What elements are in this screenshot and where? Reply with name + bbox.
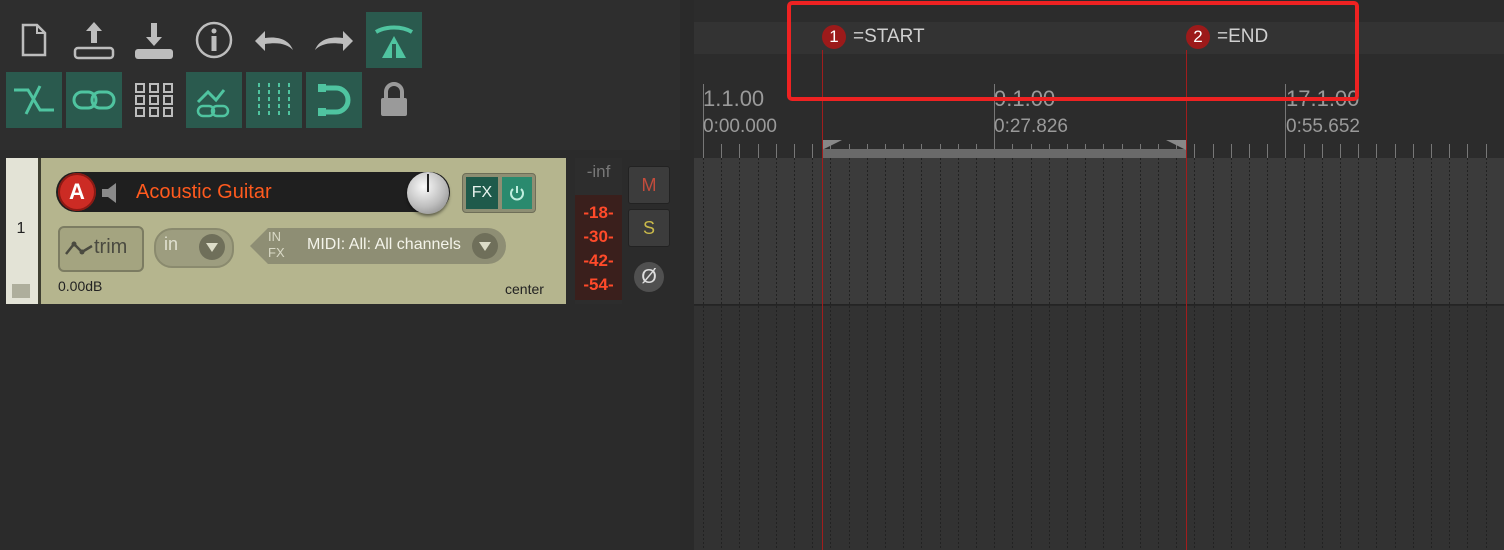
mute-button[interactable]: M: [628, 166, 670, 204]
folder-icon[interactable]: [12, 284, 30, 298]
phase-invert-button[interactable]: Ø: [634, 262, 664, 292]
snap-grid-icon[interactable]: [246, 72, 302, 128]
meter-tick: -18-: [583, 203, 614, 222]
lock-icon[interactable]: [366, 72, 422, 128]
ruler-time: 0:00.000: [703, 116, 777, 137]
time-selection-bar[interactable]: [822, 140, 1186, 158]
ruler-time: 0:27.826: [994, 116, 1068, 137]
knob-indicator: [427, 174, 429, 192]
open-project-icon[interactable]: [66, 12, 122, 68]
main-toolbar: [0, 0, 680, 150]
trim-label: trim: [94, 236, 128, 258]
grid-icon[interactable]: [126, 72, 182, 128]
midi-input-label: MIDI: All: All channels: [307, 236, 461, 253]
ruler-measure: 1.1.00: [703, 86, 765, 111]
meter-peak[interactable]: -inf: [575, 162, 622, 182]
new-project-icon[interactable]: [6, 12, 62, 68]
input-monitor-label: in: [164, 234, 179, 254]
track-index-strip[interactable]: 1: [6, 158, 38, 304]
fx-label[interactable]: FX: [466, 177, 498, 209]
loop-icon[interactable]: [306, 72, 362, 128]
input-fx-label[interactable]: IN FX: [268, 229, 285, 261]
pan-readout: center: [505, 281, 544, 297]
input-fx-label-top: IN: [268, 229, 281, 244]
selection-end-handle: [1166, 140, 1186, 150]
ripple-edit-icon[interactable]: [186, 72, 242, 128]
envelope-icon: [64, 238, 94, 263]
meter-tick: -54-: [583, 275, 614, 294]
redo-icon[interactable]: [306, 12, 362, 68]
meter-tick: -30-: [583, 227, 614, 246]
input-fx-label-bottom: FX: [268, 245, 285, 260]
marker-line-start: [822, 50, 823, 550]
auto-crossfade-icon[interactable]: [6, 72, 62, 128]
annotation-highlight-box: [787, 1, 1359, 101]
volume-readout: 0.00dB: [58, 278, 103, 294]
grid-lines: [694, 158, 1504, 550]
track-number: 1: [16, 220, 26, 237]
chevron-down-icon[interactable]: [199, 234, 225, 260]
track-divider: [38, 158, 41, 304]
save-project-icon[interactable]: [126, 12, 182, 68]
chevron-down-icon[interactable]: [472, 233, 498, 259]
meter-tick: -42-: [583, 251, 614, 270]
marker-line-end: [1186, 50, 1187, 550]
undo-icon[interactable]: [246, 12, 302, 68]
track-name[interactable]: Acoustic Guitar: [136, 181, 272, 204]
speaker-icon[interactable]: [100, 180, 126, 211]
record-arm-button[interactable]: A: [58, 173, 96, 211]
solo-button[interactable]: S: [628, 209, 670, 247]
selection-start-handle: [822, 140, 842, 150]
link-icon[interactable]: [66, 72, 122, 128]
fx-bypass-power-icon[interactable]: [502, 177, 532, 209]
info-icon[interactable]: [186, 12, 242, 68]
metronome-icon[interactable]: [366, 12, 422, 68]
ruler-time: 0:55.652: [1286, 116, 1360, 137]
